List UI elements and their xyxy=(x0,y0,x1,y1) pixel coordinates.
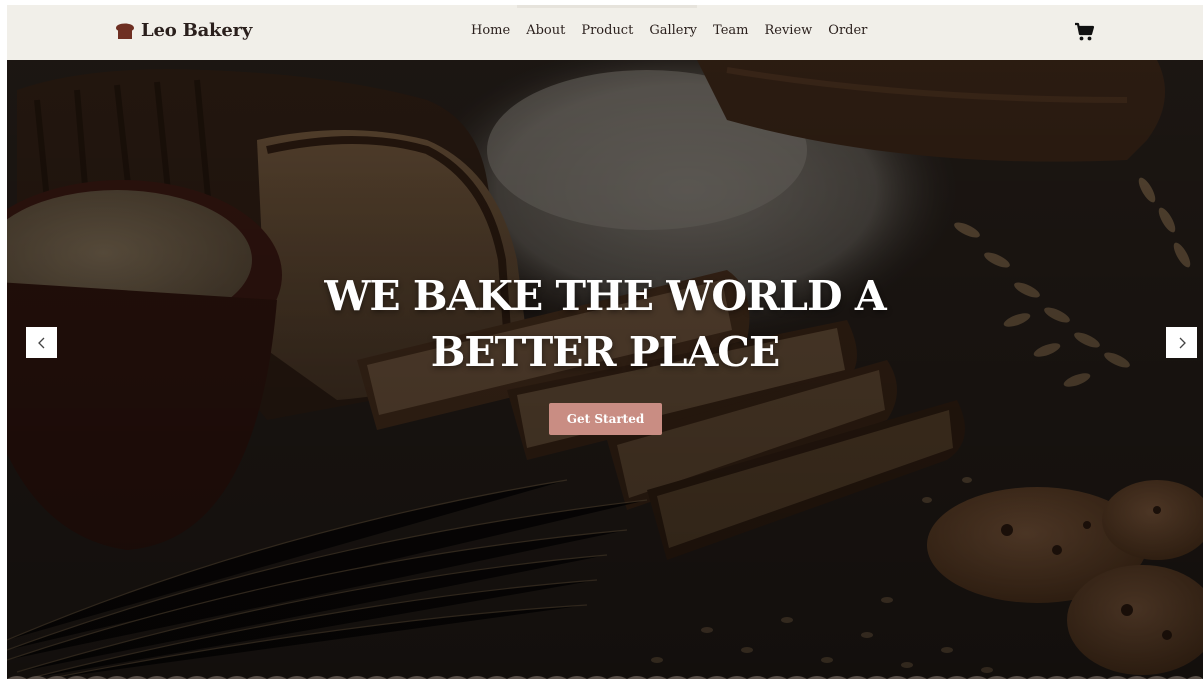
nav-gallery[interactable]: Gallery xyxy=(641,23,705,38)
nav-team[interactable]: Team xyxy=(705,23,756,38)
nav-links: Home About Product Gallery Team Review O… xyxy=(463,23,875,38)
carousel-prev-button[interactable] xyxy=(26,327,57,358)
hero-title: WE BAKE THE WORLD A BETTER PLACE xyxy=(7,268,1203,380)
bread-icon xyxy=(116,23,134,39)
scroll-hint xyxy=(517,5,697,8)
shopping-cart-icon[interactable] xyxy=(1074,21,1096,43)
chevron-left-icon xyxy=(37,337,44,348)
hero-title-line-2: BETTER PLACE xyxy=(430,328,780,376)
nav-about[interactable]: About xyxy=(518,23,573,38)
brand-logo[interactable]: Leo Bakery xyxy=(113,19,252,41)
nav-order[interactable]: Order xyxy=(820,23,875,38)
get-started-button[interactable]: Get Started xyxy=(549,403,662,435)
nav-home[interactable]: Home xyxy=(463,23,518,38)
brand-name: Leo Bakery xyxy=(141,19,253,41)
navbar: Leo Bakery Home About Product Gallery Te… xyxy=(7,5,1203,60)
hero-title-line-1: WE BAKE THE WORLD A xyxy=(324,272,886,320)
page-frame: Leo Bakery Home About Product Gallery Te… xyxy=(7,5,1203,679)
hero-section: WE BAKE THE WORLD A BETTER PLACE Get Sta… xyxy=(7,60,1203,679)
nav-product[interactable]: Product xyxy=(573,23,641,38)
carousel-next-button[interactable] xyxy=(1166,327,1197,358)
nav-review[interactable]: Review xyxy=(756,23,820,38)
hero-bottom-wave xyxy=(7,676,1203,679)
chevron-right-icon xyxy=(1179,337,1186,348)
